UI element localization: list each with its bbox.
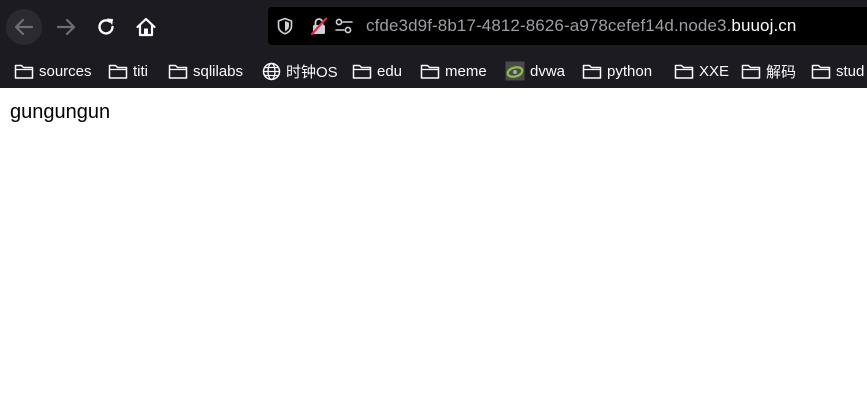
bookmark-stud[interactable]: stud	[811, 61, 864, 81]
bookmark-sqlilabs[interactable]: sqlilabs	[168, 61, 243, 81]
bookmark-label: python	[607, 62, 653, 80]
url-prefix: cfde3d9f-8b17-4812-8626-a978cefef14d.nod…	[366, 16, 732, 35]
folder-icon	[108, 64, 128, 79]
bookmark-label: edu	[377, 62, 403, 80]
url-text[interactable]: cfde3d9f-8b17-4812-8626-a978cefef14d.nod…	[366, 16, 796, 36]
folder-icon	[420, 64, 440, 79]
bookmark-label: 解码	[766, 63, 797, 81]
browser-toolbar: cfde3d9f-8b17-4812-8626-a978cefef14d.nod…	[0, 0, 867, 53]
bookmark-edu[interactable]: edu	[352, 61, 402, 81]
globe-icon	[262, 62, 281, 80]
back-button[interactable]	[6, 9, 42, 45]
reload-icon	[98, 18, 114, 35]
folder-icon	[741, 64, 761, 79]
bookmark-xxe[interactable]: XXE	[674, 61, 729, 81]
reload-button[interactable]	[88, 9, 124, 45]
bookmark-python[interactable]: python	[582, 61, 652, 81]
url-domain: buuoj.cn	[731, 16, 797, 35]
bookmark-label: 时钟OS	[286, 63, 338, 81]
bookmark-label: sqlilabs	[193, 62, 244, 80]
bookmark-sources[interactable]: sources	[14, 61, 92, 81]
site-favicon	[505, 61, 525, 81]
bookmark-dvwa[interactable]: dvwa	[505, 61, 565, 81]
arrow-right-icon	[56, 18, 76, 36]
bookmark-label: titi	[133, 62, 148, 80]
arrow-left-icon	[14, 18, 34, 36]
bookmark-label: sources	[39, 62, 92, 80]
folder-icon	[674, 64, 694, 79]
bookmark-shizhongos[interactable]: 时钟OS	[262, 61, 338, 81]
home-button[interactable]	[128, 9, 164, 45]
bookmark-label: stud	[836, 62, 865, 80]
bookmark-label: XXE	[699, 62, 730, 80]
lock-slashed-icon[interactable]	[310, 17, 328, 35]
bookmark-titi[interactable]: titi	[108, 61, 148, 81]
folder-icon	[14, 64, 34, 79]
bookmark-jiema[interactable]: 解码	[741, 61, 796, 81]
address-bar[interactable]: cfde3d9f-8b17-4812-8626-a978cefef14d.nod…	[268, 7, 867, 45]
folder-icon	[168, 64, 188, 79]
bookmark-meme[interactable]: meme	[420, 61, 487, 81]
forward-button[interactable]	[48, 9, 84, 45]
shield-icon[interactable]	[276, 17, 294, 35]
bookmarks-toolbar: sources titi sqlilabs 时钟OS edu meme dvwa…	[0, 53, 867, 88]
home-icon	[136, 17, 156, 37]
folder-icon	[352, 64, 372, 79]
folder-icon	[811, 64, 831, 79]
page-body-text: gungungun	[10, 101, 111, 123]
bookmark-label: meme	[445, 62, 487, 80]
bookmark-label: dvwa	[530, 62, 566, 80]
folder-icon	[582, 64, 602, 79]
permissions-icon[interactable]	[334, 17, 354, 35]
